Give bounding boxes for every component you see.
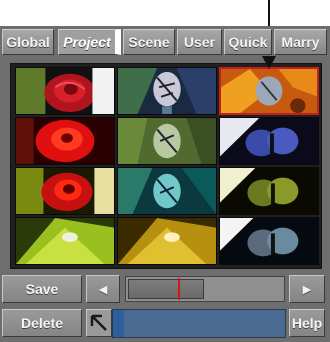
thumbnail-butterfly-teal-tint[interactable] <box>117 167 217 215</box>
thumbnail-butterfly-original[interactable] <box>117 67 217 115</box>
info-strip-edge <box>113 310 124 337</box>
thumbnail-rose-original[interactable] <box>15 67 115 115</box>
next-button[interactable]: ▶ <box>289 275 325 303</box>
thumbnail-butterfly-green-tint[interactable] <box>117 117 217 165</box>
delete-button[interactable]: Delete <box>2 309 82 337</box>
thumbnail-leaf-gold[interactable] <box>117 217 217 265</box>
tab-scene[interactable]: Scene <box>123 29 175 55</box>
triangle-right-icon: ▶ <box>302 283 312 296</box>
home-button[interactable] <box>86 309 112 337</box>
previous-button[interactable]: ◀ <box>86 275 120 303</box>
info-strip <box>112 309 286 338</box>
timeline-scrubber[interactable] <box>125 276 285 302</box>
arrow-up-left-icon <box>90 314 107 331</box>
tab-project[interactable]: Project <box>58 29 121 55</box>
thumbnail-grid <box>10 63 322 269</box>
playhead-marker <box>178 278 180 300</box>
thumbnail-butterfly-green-night[interactable] <box>219 167 319 215</box>
scrubber-handle[interactable] <box>128 279 204 299</box>
help-button[interactable]: Help <box>289 309 325 337</box>
thumbnail-rose-red-tint[interactable] <box>15 117 115 165</box>
thumbnail-leaf-yellow-green[interactable] <box>15 217 115 265</box>
tab-quick[interactable]: Quick <box>224 29 272 55</box>
preset-browser-app: Global Project Scene User Quick Marry Sa… <box>0 0 330 342</box>
tab-user[interactable]: User <box>177 29 222 55</box>
save-button[interactable]: Save <box>2 275 82 303</box>
callout-pointer-arrowhead <box>262 56 276 69</box>
triangle-left-icon: ◀ <box>98 283 108 296</box>
thumbnail-butterfly-grey-night[interactable] <box>219 217 319 265</box>
tab-global[interactable]: Global <box>2 29 54 55</box>
tab-marry[interactable]: Marry <box>274 29 327 55</box>
thumbnail-butterfly-blue-night[interactable] <box>219 117 319 165</box>
thumbnail-butterfly-flower-selected[interactable] <box>219 67 319 115</box>
thumbnail-rose-saturated[interactable] <box>15 167 115 215</box>
